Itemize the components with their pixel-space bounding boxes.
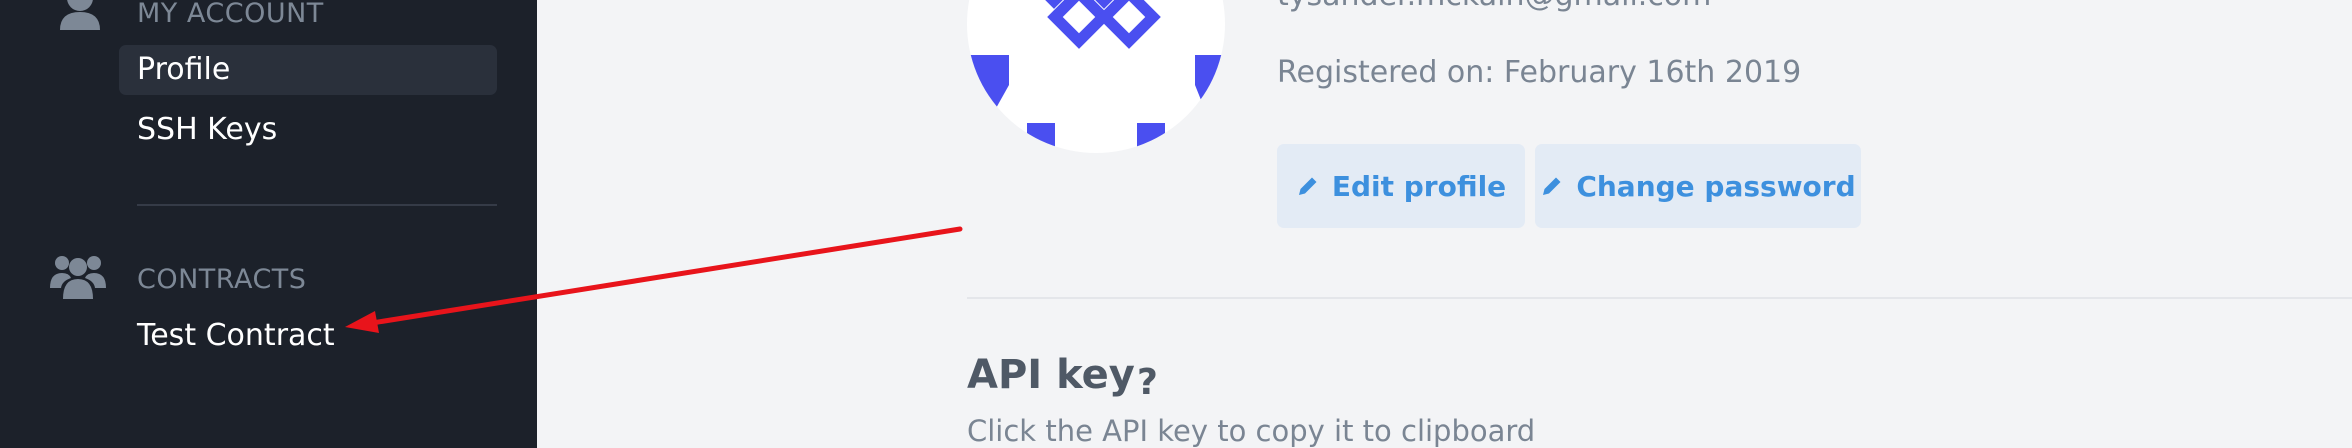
edit-profile-label: Edit profile — [1331, 169, 1507, 203]
sidebar-item-test-contract[interactable]: Test Contract — [119, 311, 497, 361]
sidebar-divider — [137, 204, 497, 206]
registered-date: Registered on: February 16th 2019 — [1277, 55, 1802, 90]
user-icon — [60, 0, 100, 30]
sidebar-item-ssh-keys[interactable]: SSH Keys — [119, 105, 497, 155]
sidebar: MY ACCOUNT Profile SSH Keys CONTRACTS Te… — [0, 0, 537, 448]
api-key-title: API key — [967, 352, 1135, 398]
edit-profile-button[interactable]: Edit profile — [1277, 144, 1525, 228]
change-password-button[interactable]: Change password — [1535, 144, 1861, 228]
section-title-contracts: CONTRACTS — [137, 264, 307, 295]
sidebar-item-label: SSH Keys — [137, 112, 278, 147]
users-icon — [50, 256, 106, 299]
user-email: tysander.mckain@gmail.com — [1277, 0, 1711, 13]
section-divider — [967, 297, 2352, 299]
sidebar-item-label: Test Contract — [137, 318, 335, 353]
avatar — [967, 0, 1225, 153]
help-icon[interactable]: ? — [1137, 362, 1158, 403]
sidebar-item-label: Profile — [137, 52, 231, 87]
api-key-hint: Click the API key to copy it to clipboar… — [967, 414, 1536, 448]
pencil-icon — [1298, 177, 1317, 195]
main-content: tysander.mckain@gmail.com Registered on:… — [537, 0, 2352, 448]
sidebar-item-profile[interactable]: Profile — [119, 45, 497, 95]
section-title-my-account: MY ACCOUNT — [137, 0, 324, 29]
change-password-label: Change password — [1576, 169, 1856, 203]
pencil-icon — [1543, 177, 1561, 195]
